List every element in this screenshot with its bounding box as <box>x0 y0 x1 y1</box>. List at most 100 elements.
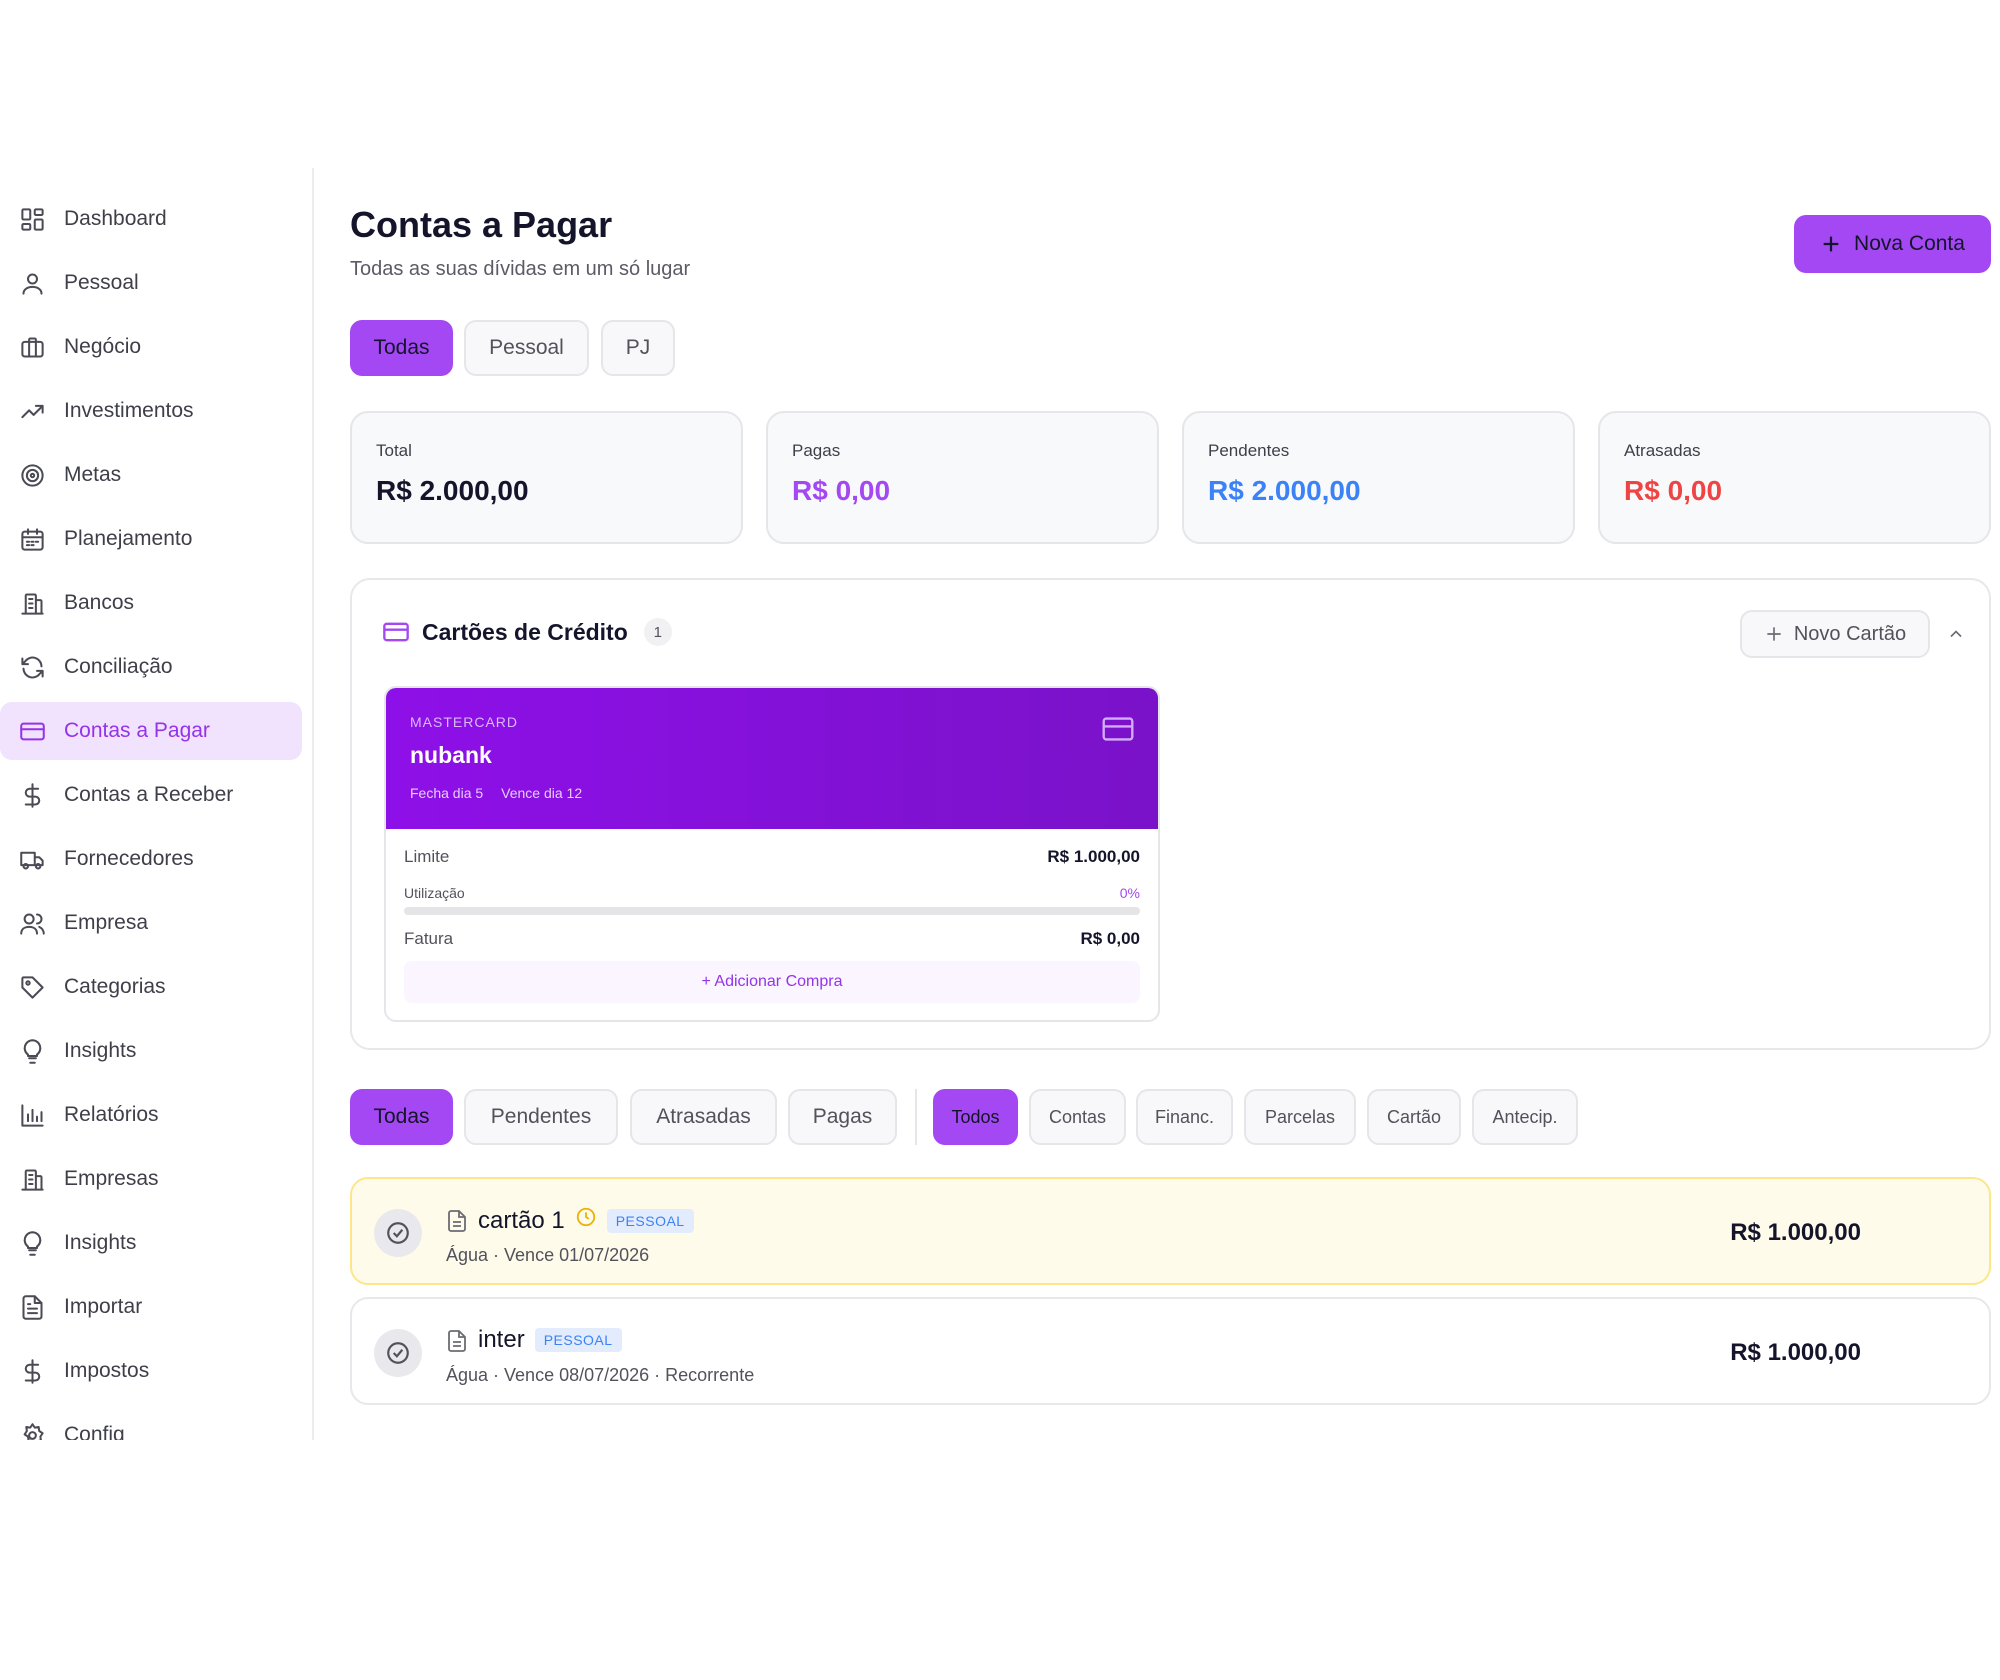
check-circle-icon <box>387 1342 409 1364</box>
bill-tag: PESSOAL <box>606 1208 694 1233</box>
filter-status-todas[interactable]: Todas <box>350 1089 453 1145</box>
sidebar-item-label: Fornecedores <box>64 847 194 870</box>
stat-label: Pendentes <box>1208 441 1290 460</box>
add-purchase-button[interactable]: + Adicionar Compra <box>404 961 1140 1003</box>
lightbulb-icon <box>17 1036 47 1066</box>
bill-meta: Água · Vence 08/07/2026 · Recorrente <box>446 1365 755 1385</box>
sidebar-item-importar[interactable]: Importar <box>0 1278 302 1336</box>
stat-card-pendentes: Pendentes R$ 2.000,00 <box>1182 411 1575 544</box>
lightbulb-icon <box>17 1228 47 1258</box>
sidebar-item-empresa[interactable]: Empresa <box>0 894 302 952</box>
bar-chart-icon <box>17 1100 47 1130</box>
filter-status-pendentes[interactable]: Pendentes <box>464 1089 618 1145</box>
file-icon <box>17 1292 47 1322</box>
sidebar-item-label: Insights <box>64 1231 137 1254</box>
sidebar-item-insights-2[interactable]: Insights <box>0 1214 302 1272</box>
card-closing-day: Fecha dia 5 <box>410 785 484 801</box>
bill-amount: R$ 1.000,00 <box>1730 1219 1861 1246</box>
sidebar-item-fornecedores[interactable]: Fornecedores <box>0 830 302 888</box>
mark-paid-button[interactable] <box>374 1329 422 1377</box>
refresh-icon <box>17 652 47 682</box>
sidebar-item-categorias[interactable]: Categorias <box>0 958 302 1016</box>
sidebar-item-label: Empresa <box>64 911 149 934</box>
sidebar-item-negocio[interactable]: Negócio <box>0 318 302 376</box>
sidebar-item-config[interactable]: Config <box>0 1406 302 1440</box>
tab-todas[interactable]: Todas <box>350 320 453 376</box>
sidebar-item-label: Negócio <box>64 335 142 358</box>
page-title: Contas a Pagar <box>350 204 613 245</box>
limit-label: Limite <box>404 847 450 866</box>
sidebar-item-conciliacao[interactable]: Conciliação <box>0 638 302 696</box>
sidebar-item-label: Conciliação <box>64 655 173 678</box>
check-circle-icon <box>387 1222 409 1244</box>
bank-icon <box>17 588 47 618</box>
new-card-button[interactable]: Novo Cartão <box>1740 610 1930 658</box>
filter-type-parcelas[interactable]: Parcelas <box>1244 1089 1356 1145</box>
sidebar-item-metas[interactable]: Metas <box>0 446 302 504</box>
user-icon <box>17 268 47 298</box>
filter-type-todos[interactable]: Todos <box>933 1089 1018 1145</box>
mark-paid-button[interactable] <box>374 1209 422 1257</box>
calendar-icon <box>17 524 47 554</box>
credit-cards-header: Cartões de Crédito 1 <box>382 618 672 646</box>
gear-icon <box>17 1420 47 1440</box>
sidebar-item-label: Contas a Receber <box>64 783 234 806</box>
invoice-label: Fatura <box>404 929 454 948</box>
usage-label: Utilização <box>404 885 465 901</box>
bill-meta: Água · Vence 01/07/2026 <box>446 1245 650 1265</box>
stat-card-total: Total R$ 2.000,00 <box>350 411 743 544</box>
dollar-icon <box>17 780 47 810</box>
sidebar-item-pessoal[interactable]: Pessoal <box>0 254 302 312</box>
credit-card-icon <box>1102 716 1134 747</box>
bill-row[interactable]: cartão 1 PESSOAL Água · Vence 01/07/2026… <box>350 1177 1991 1285</box>
sidebar-item-insights[interactable]: Insights <box>0 1022 302 1080</box>
bill-name: cartão 1 <box>478 1206 565 1234</box>
filter-status-atrasadas[interactable]: Atrasadas <box>630 1089 777 1145</box>
credit-cards-panel: Cartões de Crédito 1 Novo Cartão MASTERC… <box>350 578 1991 1050</box>
sidebar-item-dashboard[interactable]: Dashboard <box>0 190 302 248</box>
credit-card[interactable]: MASTERCARD nubank Fecha dia 5 Vence dia … <box>384 686 1160 1022</box>
filter-type-contas[interactable]: Contas <box>1029 1089 1126 1145</box>
count-badge: 1 <box>643 618 672 646</box>
new-bill-button[interactable]: Nova Conta <box>1794 215 1991 273</box>
card-brand: MASTERCARD <box>410 714 519 730</box>
document-icon <box>446 1209 468 1233</box>
usage-value: 0% <box>1119 885 1140 901</box>
sidebar-item-label: Empresas <box>64 1167 159 1190</box>
credit-cards-title: Cartões de Crédito <box>422 618 628 645</box>
filter-type-antecip[interactable]: Antecip. <box>1472 1089 1578 1145</box>
sidebar-item-investimentos[interactable]: Investimentos <box>0 382 302 440</box>
tab-pessoal[interactable]: Pessoal <box>464 320 589 376</box>
bill-name: inter <box>478 1326 525 1353</box>
sidebar-item-contas-a-receber[interactable]: Contas a Receber <box>0 766 302 824</box>
tab-pj[interactable]: PJ <box>601 320 675 376</box>
sidebar-item-label: Metas <box>64 463 122 486</box>
filter-type-financ[interactable]: Financ. <box>1136 1089 1233 1145</box>
collapse-button[interactable] <box>1944 622 1968 646</box>
sidebar-item-label: Dashboard <box>64 207 167 230</box>
invoice-value: R$ 0,00 <box>1080 929 1140 948</box>
card-name: nubank <box>410 742 492 768</box>
sidebar-item-contas-a-pagar[interactable]: Contas a Pagar <box>0 702 302 760</box>
sidebar-item-planejamento[interactable]: Planejamento <box>0 510 302 568</box>
sidebar-item-label: Impostos <box>64 1359 150 1382</box>
card-due-day: Vence dia 12 <box>501 785 583 801</box>
sidebar-item-bancos[interactable]: Bancos <box>0 574 302 632</box>
bill-row[interactable]: inter PESSOAL Água · Vence 08/07/2026 · … <box>350 1297 1991 1405</box>
sidebar-item-empresas[interactable]: Empresas <box>0 1150 302 1208</box>
stat-label: Atrasadas <box>1624 441 1701 460</box>
filter-status-pagas[interactable]: Pagas <box>788 1089 897 1145</box>
sidebar-item-label: Categorias <box>64 975 166 998</box>
sidebar-item-relatorios[interactable]: Relatórios <box>0 1086 302 1144</box>
usage-progress-bar <box>404 907 1140 915</box>
bill-tag: PESSOAL <box>534 1328 622 1352</box>
sidebar-item-label: Planejamento <box>64 527 193 550</box>
filter-type-cartao[interactable]: Cartão <box>1367 1089 1461 1145</box>
sidebar-item-label: Relatórios <box>64 1103 159 1126</box>
document-icon <box>446 1329 468 1353</box>
sidebar-item-label: Investimentos <box>64 399 194 422</box>
filter-divider <box>915 1089 917 1145</box>
sidebar-item-impostos[interactable]: Impostos <box>0 1342 302 1400</box>
building-icon <box>17 1164 47 1194</box>
sidebar-item-label: Config <box>64 1423 125 1440</box>
